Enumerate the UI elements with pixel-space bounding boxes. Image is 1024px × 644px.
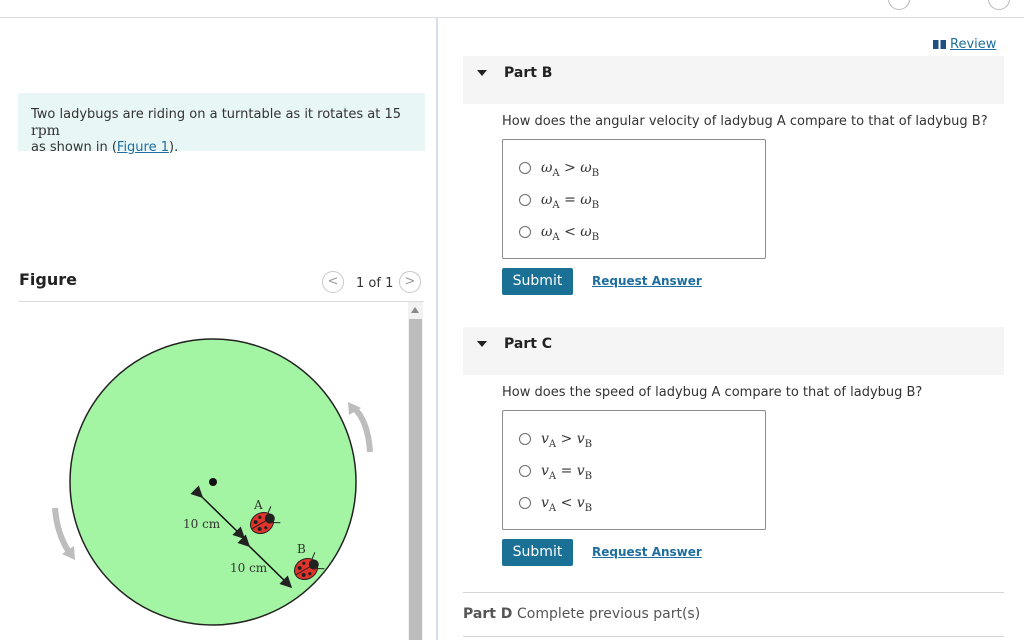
toolbar-circle-button[interactable] — [888, 0, 910, 10]
turntable-figure: A B 10 cm 10 cm — [52, 338, 373, 626]
review-link[interactable]: Review — [933, 37, 996, 52]
divider — [463, 592, 1004, 593]
pane-divider[interactable] — [436, 18, 438, 640]
scroll-up-arrow-icon[interactable] — [411, 307, 419, 313]
problem-text: ). — [169, 140, 179, 155]
part-c-request-answer-link[interactable]: Request Answer — [592, 545, 702, 559]
radio-button[interactable] — [519, 497, 531, 509]
part-c-question: How does the speed of ladybug A compare … — [502, 385, 923, 400]
part-c-title: Part C — [504, 336, 553, 352]
figure-title: Figure — [19, 270, 77, 289]
figure-link[interactable]: Figure 1 — [117, 140, 169, 155]
rotation-arrow-icon — [52, 507, 75, 560]
option-expression: ωA < ωB — [541, 224, 600, 243]
part-c-submit-button[interactable]: Submit — [502, 539, 573, 566]
radio-button[interactable] — [519, 465, 531, 477]
review-label: Review — [950, 37, 997, 52]
top-bar — [0, 0, 1024, 18]
radio-button[interactable] — [519, 162, 531, 174]
next-figure-button[interactable]: > — [399, 271, 421, 293]
problem-text: as shown in ( — [31, 140, 117, 155]
option-expression: vA < vB — [541, 495, 593, 514]
part-c-options: vA > vB vA = vB vA < vB — [502, 410, 766, 530]
part-b-question: How does the angular velocity of ladybug… — [502, 114, 988, 129]
turntable-center-dot — [209, 478, 217, 486]
option-expression: vA > vB — [541, 431, 593, 450]
option-expression: ωA = ωB — [541, 192, 600, 211]
part-b-request-answer-link[interactable]: Request Answer — [592, 274, 702, 288]
problem-statement: Two ladybugs are riding on a turntable a… — [18, 93, 425, 155]
divider — [463, 636, 1004, 637]
prev-figure-button[interactable]: < — [322, 271, 344, 293]
radio-button[interactable] — [519, 226, 531, 238]
rpm-unit: rpm — [31, 123, 60, 139]
radio-button[interactable] — [519, 433, 531, 445]
book-icon — [933, 40, 946, 49]
ladybug-a-label: A — [253, 498, 263, 512]
part-d-status: Complete previous part(s) — [517, 606, 701, 622]
chevron-right-icon: > — [404, 274, 416, 289]
problem-text: Two ladybugs are riding on a turntable a… — [31, 107, 401, 122]
chevron-left-icon: < — [327, 274, 339, 289]
option-expression: ωA > ωB — [541, 160, 600, 179]
radio-button[interactable] — [519, 194, 531, 206]
scrollbar-thumb[interactable] — [409, 319, 422, 640]
figure-image: A B 10 cm 10 cm — [18, 302, 408, 640]
collapse-caret-icon[interactable] — [477, 70, 487, 76]
part-b-submit-button[interactable]: Submit — [502, 268, 573, 295]
part-d-title: Part D — [463, 606, 513, 622]
distance-label: 10 cm — [230, 561, 268, 575]
part-b-title: Part B — [504, 65, 553, 81]
distance-label: 10 cm — [183, 517, 221, 531]
figure-page-count: 1 of 1 — [356, 276, 394, 291]
part-c-header[interactable]: Part C — [463, 327, 1004, 375]
collapse-caret-icon[interactable] — [477, 341, 487, 347]
option-expression: vA = vB — [541, 463, 593, 482]
part-b-options: ωA > ωB ωA = ωB ωA < ωB — [502, 139, 766, 259]
ladybug-b-label: B — [297, 542, 306, 556]
part-b-header[interactable]: Part B — [463, 56, 1004, 104]
toolbar-circle-button[interactable] — [988, 0, 1010, 10]
